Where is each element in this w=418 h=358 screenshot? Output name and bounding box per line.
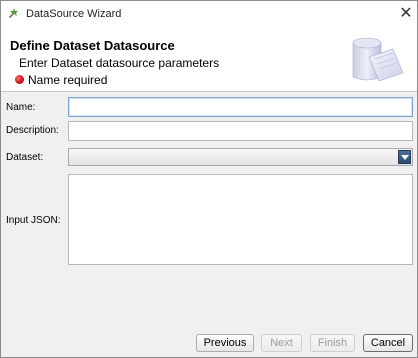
page-subtitle: Enter Dataset datasource parameters <box>19 56 220 70</box>
datasource-wizard-window: DataSource Wizard ✕ Define Dataset Datas… <box>0 0 418 358</box>
page-title: Define Dataset Datasource <box>10 38 175 53</box>
next-button[interactable]: Next <box>261 334 302 352</box>
name-field[interactable] <box>68 97 413 117</box>
chevron-down-icon[interactable] <box>398 150 411 164</box>
input-json-label: Input JSON: <box>6 215 61 226</box>
datasource-cylinder-icon <box>352 37 404 82</box>
error-dot-icon <box>15 75 24 84</box>
description-field[interactable] <box>68 121 413 141</box>
name-input[interactable] <box>69 98 412 116</box>
description-label: Description: <box>6 125 59 136</box>
button-bar: Previous Next Finish Cancel <box>1 326 417 357</box>
finish-button[interactable]: Finish <box>310 334 355 352</box>
name-label: Name: <box>6 102 36 113</box>
wizard-header: Define Dataset Datasource Enter Dataset … <box>1 27 417 91</box>
error-text: Name required <box>28 73 108 87</box>
dataset-select[interactable] <box>68 148 413 166</box>
input-json-textarea[interactable] <box>68 174 413 265</box>
dataset-label: Dataset: <box>6 152 44 163</box>
wizard-app-icon <box>9 8 18 18</box>
previous-button[interactable]: Previous <box>196 334 254 352</box>
window-title: DataSource Wizard <box>26 8 122 20</box>
description-input[interactable] <box>69 122 412 140</box>
form-body: Name: Description: Dataset: Input JSON: <box>1 92 417 326</box>
title-bar: DataSource Wizard ✕ <box>1 1 417 27</box>
close-icon[interactable]: ✕ <box>397 4 415 22</box>
cancel-button[interactable]: Cancel <box>363 334 413 352</box>
